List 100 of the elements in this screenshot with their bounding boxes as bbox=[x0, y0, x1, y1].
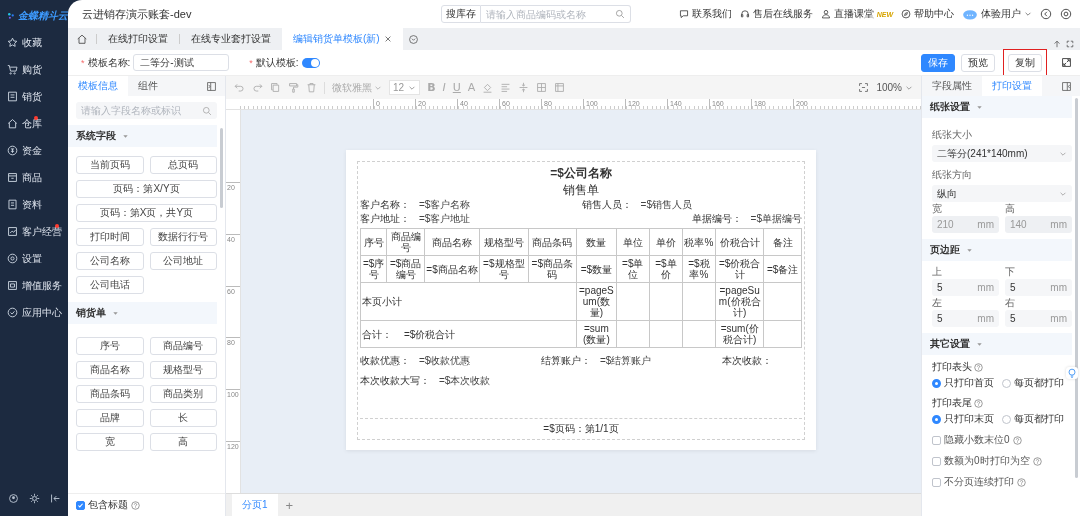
section-header[interactable]: 系统字段 bbox=[68, 125, 217, 147]
field-button[interactable]: 总页码 bbox=[149, 156, 217, 174]
table-cell: 合计： bbox=[362, 328, 392, 340]
search-scope-select[interactable]: 搜库存 bbox=[441, 5, 482, 23]
nav-item[interactable]: 购货 bbox=[22, 62, 42, 77]
field-label: 本次收款： bbox=[722, 354, 772, 368]
logo-text: 金蝶精斗云 bbox=[18, 9, 68, 23]
preview-button[interactable]: 预览 bbox=[961, 53, 995, 72]
number-field[interactable]: 5 mm bbox=[1005, 279, 1072, 296]
table-cell: =$价税合计 bbox=[715, 255, 764, 283]
field-button[interactable]: 商品类别 bbox=[149, 385, 217, 403]
document-title: 销售单 bbox=[562, 182, 600, 199]
field-button[interactable]: 页码：第X页，共Y页 bbox=[76, 204, 217, 222]
table-header-cell: 单位 bbox=[616, 228, 650, 256]
radio-label: 只打印末页 bbox=[944, 412, 994, 426]
nav-item[interactable]: 收藏 bbox=[22, 35, 42, 50]
table-header-cell: 商品名称 bbox=[424, 228, 480, 256]
table-header-cell: 规格型号 bbox=[479, 228, 529, 256]
field-label: 默认模板: bbox=[255, 55, 299, 70]
nav-item[interactable]: 资料 bbox=[22, 197, 42, 212]
table-cell: =$规格型号 bbox=[479, 255, 529, 283]
field-label: 收款优惠： bbox=[360, 354, 410, 368]
template-variable: =$收款优惠 bbox=[419, 354, 471, 368]
field-button[interactable]: 序号 bbox=[76, 337, 144, 355]
page-number-field: =$页码：第1/1页 bbox=[543, 423, 619, 434]
company-name-field: =$公司名称 bbox=[360, 165, 802, 182]
page-tab[interactable]: 在线打印设置 bbox=[97, 28, 179, 50]
template-variable: =$结算账户 bbox=[600, 354, 652, 368]
table-cell: =pageSum(价税合计) bbox=[715, 282, 764, 321]
section-header[interactable]: 销货单 bbox=[68, 302, 217, 324]
section-title: 页边距 bbox=[930, 243, 960, 257]
user-menu[interactable]: 体验用户 bbox=[981, 7, 1021, 21]
nav-item[interactable]: 增值服务 bbox=[22, 278, 62, 293]
header-link[interactable]: 帮助中心 bbox=[914, 7, 954, 21]
header-link[interactable]: 售后在线服务 bbox=[752, 7, 813, 21]
field-label: 客户名称： bbox=[360, 199, 410, 211]
search-field[interactable]: 请输入商品编码或名称 bbox=[481, 5, 632, 23]
panel-tab[interactable]: 字段属性 bbox=[922, 76, 982, 96]
nav-item[interactable]: 应用中心 bbox=[22, 305, 62, 320]
checkbox-label: 不分页连续打印 bbox=[944, 475, 1014, 489]
nav-item[interactable]: 设置 bbox=[22, 251, 42, 266]
field-button[interactable]: 公司地址 bbox=[149, 252, 217, 270]
paper-size-select[interactable]: 二等分(241*140mm) bbox=[932, 145, 1072, 162]
nav-item[interactable]: 仓库 bbox=[22, 116, 42, 131]
page-tab[interactable]: 在线专业套打设置 bbox=[180, 28, 282, 50]
table-cell: =$单价 bbox=[649, 255, 683, 283]
header-link[interactable]: 直播课堂 bbox=[833, 7, 874, 21]
field-button[interactable]: 页码：第X/Y页 bbox=[76, 180, 217, 198]
panel-tab[interactable]: 打印设置 bbox=[982, 76, 1042, 96]
field-label: 右 bbox=[1005, 297, 1015, 308]
required-mark: * bbox=[81, 57, 85, 68]
table-cell: =$序号 bbox=[360, 255, 387, 283]
field-button[interactable]: 品牌 bbox=[76, 409, 144, 427]
field-button[interactable]: 公司电话 bbox=[76, 276, 144, 294]
field-button[interactable]: 打印时间 bbox=[76, 228, 144, 246]
panel-tab[interactable]: 组件 bbox=[128, 76, 168, 96]
template-variable: =$本次收款 bbox=[439, 374, 491, 388]
template-variable: =$客户名称 bbox=[419, 199, 471, 211]
orientation-select[interactable]: 纵向 bbox=[932, 185, 1072, 202]
table-header-cell: 商品条码 bbox=[528, 228, 577, 256]
page-tab[interactable]: 分页1 bbox=[232, 494, 278, 516]
table-header-cell: 税率% bbox=[682, 228, 716, 256]
field-label: 本次收款大写： bbox=[360, 374, 430, 388]
template-name-field[interactable]: 二等分-测试 bbox=[133, 54, 230, 71]
nav-item[interactable]: 销货 bbox=[22, 89, 42, 104]
field-label: 左 bbox=[932, 297, 942, 308]
number-field[interactable]: 5 mm bbox=[932, 279, 999, 296]
field-button[interactable]: 公司名称 bbox=[76, 252, 144, 270]
search-field[interactable]: 请输入字段名称或标识 bbox=[76, 102, 217, 119]
zoom-select[interactable]: 100% bbox=[876, 82, 913, 93]
field-button[interactable]: 宽 bbox=[76, 433, 144, 451]
table-cell: =$商品编号 bbox=[386, 255, 425, 283]
panel-tab[interactable]: 模板信息 bbox=[68, 76, 128, 96]
radio-label: 每页都打印 bbox=[1014, 376, 1064, 390]
checkbox-label: 包含标题 bbox=[88, 498, 128, 512]
field-label: 模板名称: bbox=[87, 55, 131, 70]
field-button[interactable]: 规格型号 bbox=[149, 361, 217, 379]
template-variable: =$客户地址 bbox=[419, 213, 471, 225]
field-button[interactable]: 数据行行号 bbox=[149, 228, 217, 246]
field-button[interactable]: 当前页码 bbox=[76, 156, 144, 174]
field-label: 纸张大小 bbox=[932, 128, 973, 142]
field-label: 客户地址： bbox=[360, 213, 410, 225]
field-label: 打印表头 bbox=[932, 360, 972, 374]
number-field[interactable]: 5 mm bbox=[932, 310, 999, 327]
table-cell: =$商品名称 bbox=[424, 255, 480, 283]
copy-button[interactable]: 复制 bbox=[1008, 53, 1042, 72]
field-button[interactable]: 高 bbox=[149, 433, 217, 451]
field-button[interactable]: 商品名称 bbox=[76, 361, 144, 379]
page-tab[interactable]: 编辑销货单模板(新) bbox=[282, 28, 403, 50]
table-header-cell: 价税合计 bbox=[715, 228, 764, 256]
nav-item[interactable]: 商品 bbox=[22, 170, 42, 185]
field-button[interactable]: 商品条码 bbox=[76, 385, 144, 403]
header-link[interactable]: 联系我们 bbox=[691, 7, 732, 21]
nav-item[interactable]: 资金 bbox=[22, 143, 42, 158]
field-button[interactable]: 长 bbox=[149, 409, 217, 427]
number-field[interactable]: 5 mm bbox=[1005, 310, 1072, 327]
field-button[interactable]: 商品编号 bbox=[149, 337, 217, 355]
template-variable: =$单据编号 bbox=[750, 213, 802, 225]
template-variable: =$销售人员 bbox=[640, 199, 692, 211]
nav-item[interactable]: 客户经营 bbox=[22, 224, 62, 239]
